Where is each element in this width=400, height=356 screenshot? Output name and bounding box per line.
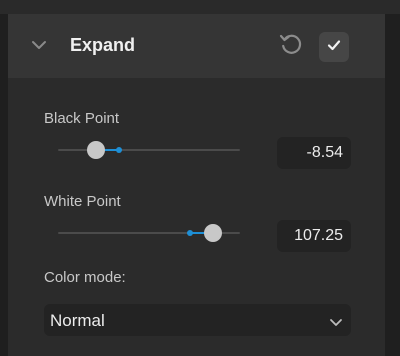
app-frame: Expand Black Point -8.54 White Point 107… bbox=[0, 0, 400, 356]
panel-header[interactable]: Expand bbox=[8, 14, 385, 78]
chevron-down-icon bbox=[329, 315, 343, 326]
reset-icon bbox=[278, 30, 304, 61]
white-point-label: White Point bbox=[44, 193, 121, 210]
reset-button[interactable] bbox=[276, 30, 306, 60]
white-point-value-input[interactable]: 107.25 bbox=[277, 220, 351, 252]
chevron-down-icon[interactable] bbox=[30, 38, 48, 52]
expand-panel: Expand Black Point -8.54 White Point 107… bbox=[8, 14, 385, 356]
white-point-slider[interactable] bbox=[58, 224, 240, 242]
color-mode-value: Normal bbox=[50, 311, 105, 330]
panel-title: Expand bbox=[70, 35, 136, 55]
checkmark-icon bbox=[326, 37, 342, 58]
apply-button[interactable] bbox=[319, 32, 349, 62]
slider-thumb[interactable] bbox=[87, 141, 106, 159]
color-mode-select[interactable]: Normal bbox=[44, 304, 351, 336]
slider-origin-dot bbox=[186, 230, 193, 236]
black-point-value-input[interactable]: -8.54 bbox=[277, 137, 351, 169]
black-point-slider[interactable] bbox=[58, 141, 240, 159]
black-point-label: Black Point bbox=[44, 110, 120, 127]
slider-thumb[interactable] bbox=[203, 224, 222, 242]
top-strip bbox=[0, 0, 400, 14]
slider-origin-dot bbox=[116, 147, 123, 153]
slider-track bbox=[58, 149, 240, 151]
color-mode-label: Color mode: bbox=[44, 269, 126, 286]
